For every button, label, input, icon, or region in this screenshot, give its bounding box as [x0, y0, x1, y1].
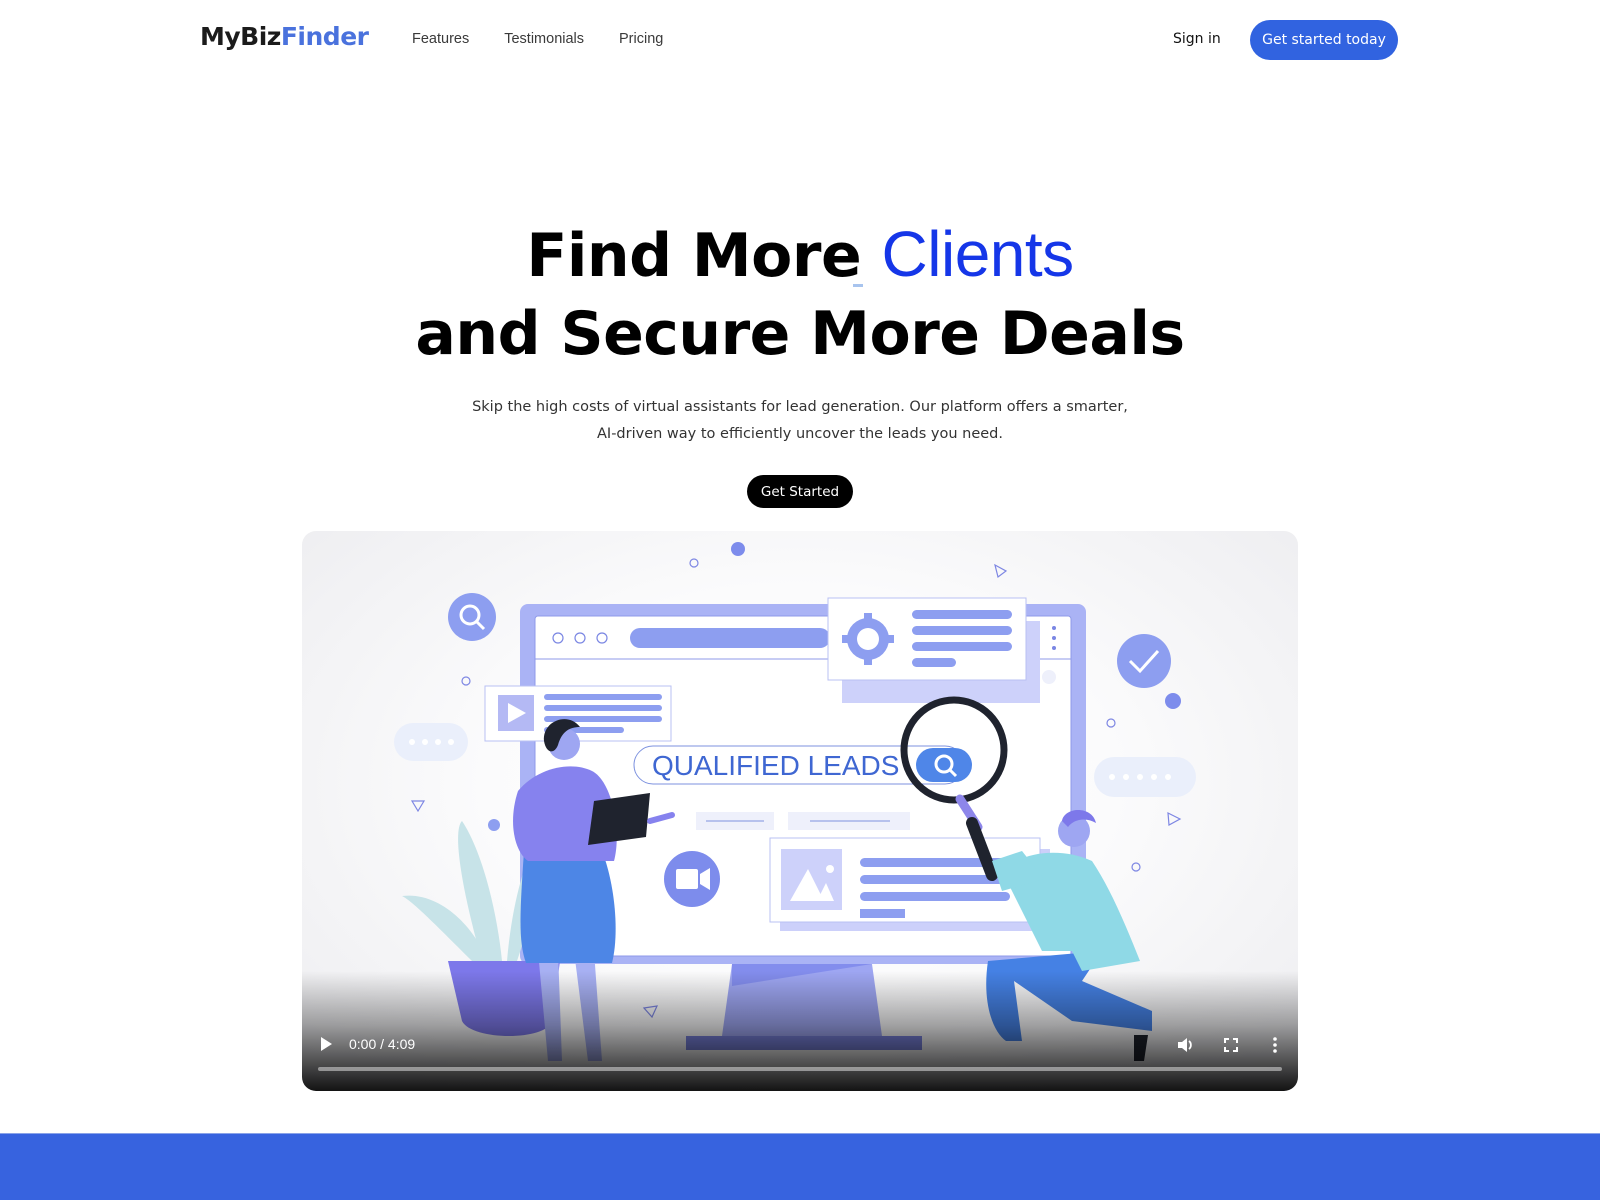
- nav-link-features[interactable]: Features: [412, 31, 469, 47]
- qualified-leads-search-illustration: QUALIFIED LEADS: [633, 745, 972, 785]
- video-time-display: 0:00 / 4:09: [349, 1036, 416, 1052]
- hero-subtitle-line-2: AI-driven way to efficiently uncover the…: [597, 426, 1003, 442]
- hero-title-line-2: and Secure More Deals: [415, 299, 1185, 369]
- get-started-today-button[interactable]: Get started today: [1250, 20, 1398, 60]
- logo-part-finder: Finder: [280, 22, 369, 51]
- more-options-icon[interactable]: [1268, 1036, 1282, 1054]
- qualified-leads-text: QUALIFIED LEADS: [652, 750, 899, 781]
- logo-part-mybiz: MyBiz: [200, 22, 281, 51]
- hero-subtitle-line-1: Skip the high costs of virtual assistant…: [472, 399, 1128, 415]
- video-controls-gradient: [302, 971, 1298, 1091]
- fullscreen-icon[interactable]: [1222, 1036, 1240, 1054]
- video-card-illustration: [484, 685, 672, 742]
- hero-title-line-1: Find More Clients: [0, 214, 1600, 296]
- logo[interactable]: MyBizFinder: [200, 22, 369, 51]
- nav-links: Features Testimonials Pricing: [412, 31, 663, 47]
- get-started-button[interactable]: Get Started: [747, 475, 853, 508]
- sign-in-link[interactable]: Sign in: [1173, 31, 1221, 47]
- top-navigation: MyBizFinder Features Testimonials Pricin…: [0, 0, 1600, 80]
- play-icon[interactable]: [318, 1036, 334, 1052]
- nav-link-testimonials[interactable]: Testimonials: [504, 31, 584, 47]
- volume-icon[interactable]: [1176, 1036, 1196, 1054]
- settings-card-illustration: [827, 597, 1040, 703]
- hero-title-prefix: Find More: [526, 221, 882, 291]
- accent-underline-mark: [853, 284, 863, 287]
- nav-link-pricing[interactable]: Pricing: [619, 31, 663, 47]
- video-progress-bar[interactable]: [318, 1067, 1282, 1071]
- next-section-band: [0, 1133, 1600, 1200]
- hero-title-accent: Clients: [881, 218, 1075, 290]
- video-player[interactable]: QUALIFIED LEADS 0:00 / 4:09: [302, 531, 1298, 1091]
